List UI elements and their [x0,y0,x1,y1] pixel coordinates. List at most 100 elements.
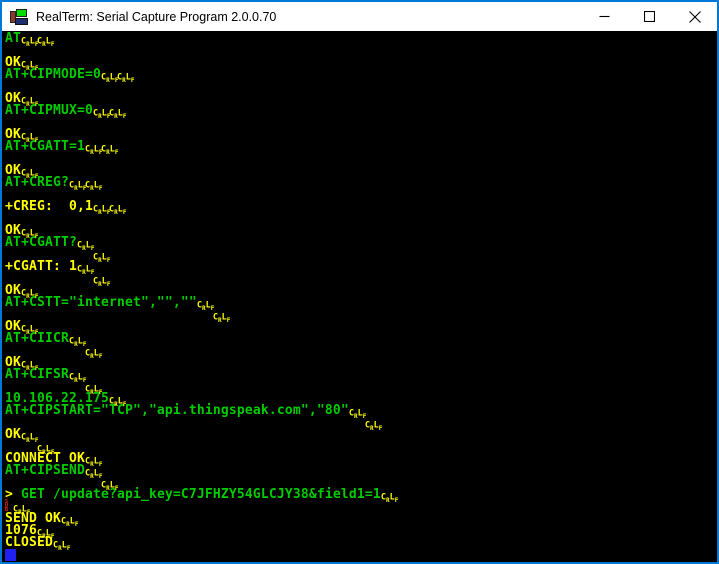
terminal-line: CRLF [5,273,717,285]
crlf-control-glyph: CRLF [21,357,37,369]
terminal-line [5,189,717,201]
terminal-line: CRLF [5,381,717,393]
crlf-control-glyph: CRLF [69,333,85,345]
crlf-control-glyph: CRLF [37,33,53,45]
crlf-control-glyph: CRLF [37,441,53,453]
terminal-line: OKCRLF [5,225,717,237]
terminal-line: CRLF [5,417,717,429]
app-icon-monitor-base [15,18,28,25]
terminal-text: GET /update?api_key=C7JFHZY54GLCJY38&fie… [21,487,381,502]
crlf-control-glyph: CRLF [85,141,101,153]
crlf-control-glyph: CRLF [381,489,397,501]
terminal-line: AT+CREG?CRLFCRLF [5,177,717,189]
crlf-control-glyph: CRLF [93,201,109,213]
crlf-control-glyph: CRLF [21,429,37,441]
terminal-line: SUBCRLF [5,501,717,513]
crlf-control-glyph: CRLF [77,261,93,273]
crlf-control-glyph: CRLF [213,309,229,321]
crlf-control-glyph: CRLF [21,93,37,105]
terminal-line: CONNECT OKCRLF [5,453,717,465]
terminal-line: CRLF [5,309,717,321]
terminal-line [5,549,717,561]
crlf-control-glyph: CRLF [85,345,101,357]
terminal-line [5,117,717,129]
crlf-control-glyph: CRLF [85,177,101,189]
crlf-control-glyph: CRLF [109,201,125,213]
crlf-control-glyph: CRLF [61,513,77,525]
crlf-control-glyph: CRLF [53,537,69,549]
terminal-line: AT+CIFSRCRLF [5,369,717,381]
crlf-control-glyph: CRLF [69,177,85,189]
crlf-control-glyph: CRLF [349,405,365,417]
terminal-line: CRLF [5,249,717,261]
crlf-control-glyph: CRLF [109,393,125,405]
crlf-control-glyph: CRLF [93,249,109,261]
crlf-control-glyph: CRLF [21,33,37,45]
terminal-line: OKCRLF [5,357,717,369]
crlf-control-glyph: CRLF [101,69,117,81]
terminal-line: CRLF [5,441,717,453]
terminal-line: SEND OKCRLF [5,513,717,525]
terminal-line: OKCRLF [5,93,717,105]
crlf-control-glyph: CRLF [69,369,85,381]
crlf-control-glyph: CRLF [101,141,117,153]
terminal-line: > GET /update?api_key=C7JFHZY54GLCJY38&f… [5,489,717,501]
terminal-line: AT+CIPMUX=0CRLFCRLF [5,105,717,117]
terminal-line: 10.106.22.175CRLF [5,393,717,405]
terminal-line: CLOSEDCRLF [5,537,717,549]
window-title: RealTerm: Serial Capture Program 2.0.0.7… [36,10,582,24]
maximize-icon [644,11,655,22]
terminal-line: OKCRLF [5,165,717,177]
crlf-control-glyph: CRLF [21,165,37,177]
terminal-line [5,45,717,57]
terminal-line [5,81,717,93]
crlf-control-glyph: CRLF [21,321,37,333]
crlf-control-glyph: CRLF [365,417,381,429]
terminal-line: 1076CRLF [5,525,717,537]
crlf-control-glyph: CRLF [109,105,125,117]
terminal-line: OKCRLF [5,57,717,69]
terminal-line: +CREG: 0,1CRLFCRLF [5,201,717,213]
crlf-control-glyph: CRLF [85,453,101,465]
terminal-line: AT+CGATT=1CRLFCRLF [5,141,717,153]
terminal-line: +CGATT: 1CRLF [5,261,717,273]
crlf-control-glyph: CRLF [77,237,93,249]
crlf-control-glyph: CRLF [21,225,37,237]
close-icon [689,11,701,23]
title-bar[interactable]: RealTerm: Serial Capture Program 2.0.0.7… [2,2,717,31]
app-icon-screen [16,9,27,17]
terminal-line: AT+CIICRCRLF [5,333,717,345]
crlf-control-glyph: CRLF [13,501,29,513]
crlf-control-glyph: CRLF [85,381,101,393]
terminal-line: AT+CGATT?CRLF [5,237,717,249]
terminal-line: AT+CIPMODE=0CRLFCRLF [5,69,717,81]
minimize-button[interactable] [582,2,627,31]
terminal-line [5,153,717,165]
crlf-control-glyph: CRLF [93,273,109,285]
terminal-line: CRLF [5,345,717,357]
terminal-text: AT+CIPMODE=0 [5,67,101,82]
crlf-control-glyph: CRLF [37,525,53,537]
terminal-line: OKCRLF [5,129,717,141]
terminal-text: AT [5,31,21,46]
crlf-control-glyph: CRLF [21,129,37,141]
realterm-app-icon [10,9,28,25]
crlf-control-glyph: CRLF [197,297,213,309]
crlf-control-glyph: CRLF [21,57,37,69]
terminal-line: ATCRLFCRLF [5,33,717,45]
terminal-line: OKCRLF [5,429,717,441]
window-controls [582,2,717,31]
crlf-control-glyph: CRLF [101,477,117,489]
minimize-icon [599,11,610,22]
crlf-control-glyph: CRLF [21,285,37,297]
crlf-control-glyph: CRLF [117,69,133,81]
terminal-line: AT+CIPSENDCRLF [5,465,717,477]
terminal-text: AT+CGATT=1 [5,139,85,154]
terminal-text: AT+CIPMUX=0 [5,103,93,118]
terminal-output[interactable]: ATCRLFCRLFOKCRLFAT+CIPMODE=0CRLFCRLFOKCR… [2,31,717,562]
maximize-button[interactable] [627,2,672,31]
realterm-window: RealTerm: Serial Capture Program 2.0.0.7… [0,0,719,564]
close-button[interactable] [672,2,717,31]
terminal-cursor [5,549,16,561]
crlf-control-glyph: CRLF [93,105,109,117]
